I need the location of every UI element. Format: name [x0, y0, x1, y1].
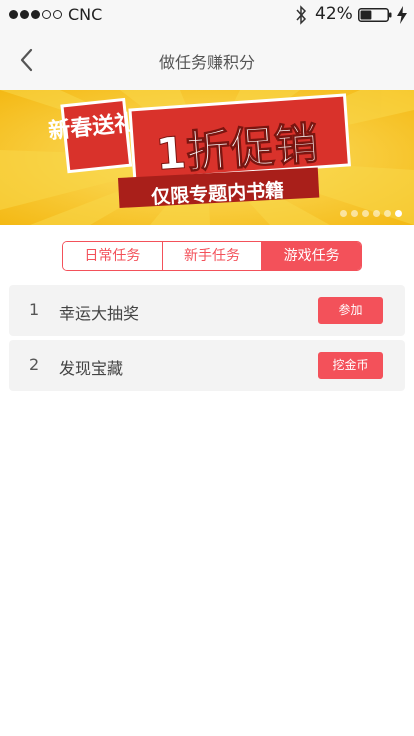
task-row: 2 发现宝藏 挖金币	[9, 340, 405, 391]
page-title: 做任务赚积分	[158, 53, 255, 72]
banner-image: 新春送礼 1折促销 仅限专题内书籍	[0, 90, 414, 225]
task-name: 发现宝藏	[59, 359, 124, 378]
task-list: 1 幸运大抽奖 参加 2 发现宝藏 挖金币	[9, 285, 405, 395]
task-action-button[interactable]: 挖金币	[318, 352, 383, 379]
banner-pager-dot[interactable]	[395, 210, 402, 217]
status-bar: CNC 42%	[0, 0, 414, 30]
tab-game-tasks[interactable]: 游戏任务	[261, 242, 361, 270]
promo-banner[interactable]: 新春送礼 1折促销 仅限专题内书籍	[0, 90, 414, 225]
banner-pager-dot[interactable]	[351, 210, 358, 217]
charging-icon	[397, 6, 407, 24]
signal-strength-icon	[9, 10, 62, 19]
task-action-button[interactable]: 参加	[318, 297, 383, 324]
tab-newbie-tasks[interactable]: 新手任务	[161, 242, 262, 270]
battery-icon	[358, 8, 392, 22]
banner-pager-dot[interactable]	[373, 210, 380, 217]
task-type-tabs: 日常任务 新手任务 游戏任务	[62, 241, 362, 271]
task-number: 1	[29, 300, 40, 319]
navigation-bar: 做任务赚积分	[0, 30, 414, 90]
banner-pager[interactable]	[340, 210, 402, 217]
banner-pager-dot[interactable]	[340, 210, 347, 217]
battery-percentage: 42%	[315, 4, 353, 24]
task-number: 2	[29, 355, 40, 374]
banner-pager-dot[interactable]	[362, 210, 369, 217]
task-row: 1 幸运大抽奖 参加	[9, 285, 405, 336]
banner-pager-dot[interactable]	[384, 210, 391, 217]
carrier-name: CNC	[68, 5, 103, 24]
tab-daily-tasks[interactable]: 日常任务	[63, 242, 162, 270]
task-name: 幸运大抽奖	[59, 304, 140, 323]
bluetooth-icon	[296, 5, 307, 25]
